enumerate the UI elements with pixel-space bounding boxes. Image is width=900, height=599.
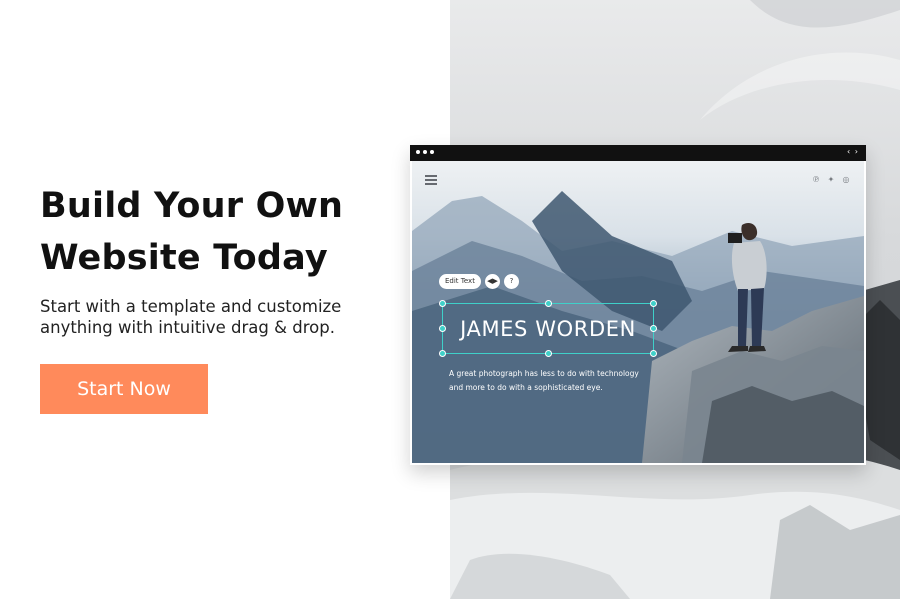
resize-handle[interactable] xyxy=(650,350,657,357)
browser-nav-arrows[interactable]: ‹ › xyxy=(847,147,859,156)
browser-mockup: ‹ › ℗ ✦ ◎ Edit Text ◀▶ ? JAMES WORDEN A … xyxy=(410,145,866,465)
menu-icon[interactable] xyxy=(425,175,437,185)
subtext: Start with a template and customize anyt… xyxy=(40,296,440,338)
website-preview: ℗ ✦ ◎ Edit Text ◀▶ ? JAMES WORDEN A grea… xyxy=(412,161,864,463)
resize-handle[interactable] xyxy=(439,325,446,332)
subtext-line-1: Start with a template and customize xyxy=(40,297,342,316)
start-now-button[interactable]: Start Now xyxy=(40,364,208,414)
resize-handle[interactable] xyxy=(439,350,446,357)
headline-line-1: Build Your Own xyxy=(40,186,344,226)
resize-handle[interactable] xyxy=(439,300,446,307)
twitter-icon[interactable]: ✦ xyxy=(827,175,835,185)
headline-line-2: Website Today xyxy=(40,238,328,278)
headline: Build Your Own Website Today xyxy=(40,180,440,284)
resize-handle[interactable] xyxy=(545,350,552,357)
tagline-line-1: A great photograph has less to do with t… xyxy=(449,369,639,378)
hero-title[interactable]: JAMES WORDEN xyxy=(443,304,653,353)
instagram-icon[interactable]: ◎ xyxy=(842,175,850,185)
animation-icon[interactable]: ◀▶ xyxy=(484,274,500,289)
browser-title-bar: ‹ › xyxy=(410,145,866,161)
tagline-line-2: and more to do with a sophisticated eye. xyxy=(449,383,603,392)
promo-panel: Build Your Own Website Today Start with … xyxy=(0,0,450,599)
resize-handle[interactable] xyxy=(545,300,552,307)
pinterest-icon[interactable]: ℗ xyxy=(812,175,820,185)
selected-text-box[interactable]: JAMES WORDEN xyxy=(439,300,657,357)
help-icon[interactable]: ? xyxy=(503,274,519,289)
hero-tagline: A great photograph has less to do with t… xyxy=(449,367,679,395)
window-dots-icon xyxy=(416,150,434,154)
resize-handle[interactable] xyxy=(650,300,657,307)
subtext-line-2: anything with intuitive drag & drop. xyxy=(40,318,335,337)
social-links: ℗ ✦ ◎ xyxy=(812,175,850,185)
resize-handle[interactable] xyxy=(650,325,657,332)
edit-text-button[interactable]: Edit Text xyxy=(439,274,481,289)
edit-toolbar: Edit Text ◀▶ ? xyxy=(439,274,519,289)
